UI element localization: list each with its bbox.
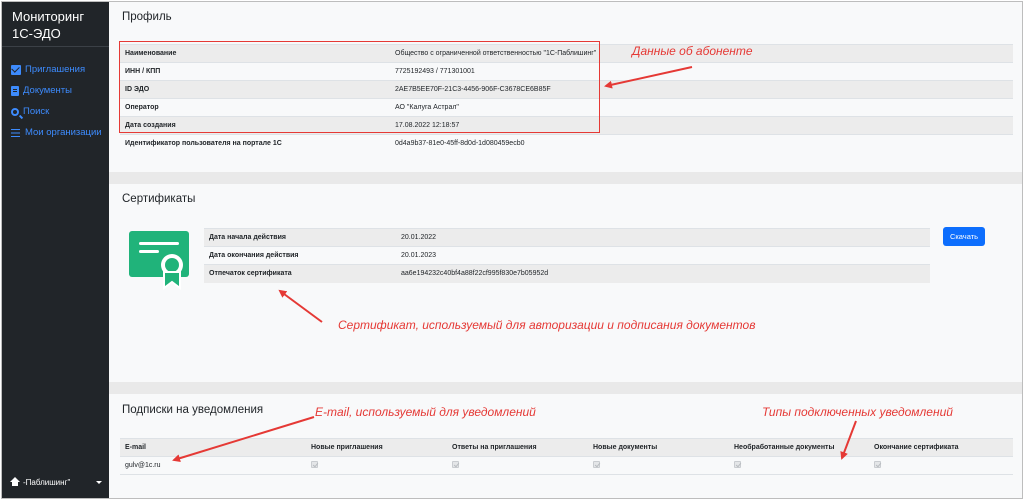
table-value: aa6e194232c40bf4a88f22cf995f830e7b05952d <box>396 264 930 283</box>
table-key: Отпечаток сертификата <box>204 264 396 283</box>
table-key: Идентификатор пользователя на портале 1С <box>120 134 390 153</box>
download-button[interactable]: Скачать <box>943 227 985 246</box>
certificate-table: Дата начала действия 20.01.2022 Дата окон… <box>204 228 930 283</box>
table-key: Дата начала действия <box>204 228 396 247</box>
brand-line-2: 1С-ЭДО <box>12 26 61 41</box>
sidebar-item-invitations[interactable]: Приглашения <box>11 59 102 80</box>
sidebar: Мониторинг 1С-ЭДО Приглашения Документы … <box>2 2 109 498</box>
sidebar-item-my-organizations[interactable]: Мои организации <box>11 122 102 143</box>
certificates-section: Сертификаты Дата начала действия 20.01.20… <box>109 184 1022 382</box>
table-header-row: E-mail Новые приглашения Ответы на пригл… <box>120 438 1013 457</box>
subscriptions-title: Подписки на уведомления <box>122 404 264 416</box>
checkbox-cell <box>447 456 588 475</box>
profile-title: Профиль <box>122 11 172 23</box>
user-menu-toggle[interactable]: -Паблишинг" <box>10 477 102 487</box>
app-brand: Мониторинг 1С-ЭДО <box>12 8 84 42</box>
annotation-notification-types: Типы подключенных уведомлений <box>762 405 953 419</box>
user-label: -Паблишинг" <box>23 477 71 487</box>
brand-line-1: Мониторинг <box>12 9 85 24</box>
table-row: Идентификатор пользователя на портале 1С… <box>120 134 1013 153</box>
app-window: Мониторинг 1С-ЭДО Приглашения Документы … <box>1 1 1023 499</box>
column-header: Новые приглашения <box>306 438 447 457</box>
column-header: Необработанные документы <box>729 438 869 457</box>
annotation-certificate: Сертификат, используемый для авторизации… <box>338 318 756 332</box>
checkbox-cell <box>869 456 1013 475</box>
table-row: Отпечаток сертификата aa6e194232c40bf4a88… <box>204 264 930 283</box>
column-header: Окончание сертификата <box>869 438 1013 457</box>
envelope-icon <box>11 64 21 75</box>
email-cell: gulv@1c.ru <box>120 456 306 475</box>
list-icon <box>11 128 21 138</box>
subscriptions-table: E-mail Новые приглашения Ответы на пригл… <box>120 438 1013 475</box>
table-value: 20.01.2023 <box>396 246 930 265</box>
checkbox-cell <box>729 456 869 475</box>
home-icon <box>10 477 20 487</box>
new-invitations-checkbox[interactable] <box>311 461 318 468</box>
column-header: Ответы на приглашения <box>447 438 588 457</box>
table-row: gulv@1c.ru <box>120 456 1013 475</box>
checkbox-cell <box>306 456 447 475</box>
sidebar-item-label: Мои организации <box>25 127 102 138</box>
sidebar-divider <box>2 46 109 47</box>
new-documents-checkbox[interactable] <box>593 461 600 468</box>
sidebar-item-label: Поиск <box>23 106 50 117</box>
sidebar-item-search[interactable]: Поиск <box>11 101 102 122</box>
sidebar-item-label: Приглашения <box>25 64 86 75</box>
annotation-email: E-mail, используемый для уведомлений <box>315 405 536 419</box>
table-row: Дата начала действия 20.01.2022 <box>204 228 930 247</box>
table-row: Дата окончания действия 20.01.2023 <box>204 246 930 265</box>
search-icon <box>11 107 19 116</box>
sidebar-nav: Приглашения Документы Поиск Мои организа… <box>11 59 102 143</box>
table-key: Дата окончания действия <box>204 246 396 265</box>
checkbox-cell <box>588 456 729 475</box>
invitation-replies-checkbox[interactable] <box>452 461 459 468</box>
column-header: Новые документы <box>588 438 729 457</box>
sidebar-item-label: Документы <box>23 85 72 96</box>
table-value: 0d4a9b37-81e0-45ff-8d0d-1d080459ecb0 <box>390 134 1013 153</box>
sidebar-item-documents[interactable]: Документы <box>11 80 102 101</box>
subscriber-highlight-box <box>119 41 600 133</box>
table-value: 20.01.2022 <box>396 228 930 247</box>
certificates-title: Сертификаты <box>122 193 196 205</box>
annotation-subscriber: Данные об абоненте <box>632 44 753 58</box>
caret-down-icon <box>96 480 102 484</box>
column-header: E-mail <box>120 438 306 457</box>
unprocessed-documents-checkbox[interactable] <box>734 461 741 468</box>
certificate-expiry-checkbox[interactable] <box>874 461 881 468</box>
document-icon <box>11 85 19 96</box>
certificate-icon <box>129 231 189 290</box>
